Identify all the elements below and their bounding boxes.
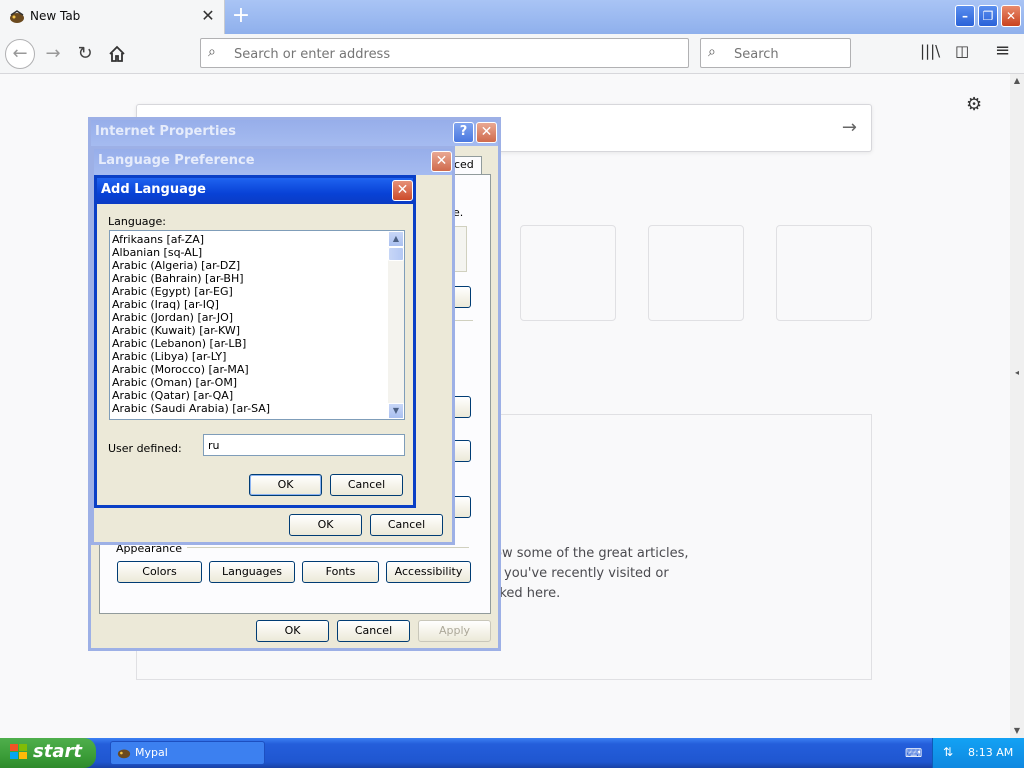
ok-button[interactable]: OK — [249, 474, 322, 496]
dialog-title: Add Language — [97, 178, 413, 204]
mypal-logo-icon — [117, 749, 131, 759]
scroll-thumb[interactable] — [388, 247, 404, 261]
start-label: start — [33, 741, 82, 762]
search-input[interactable] — [732, 44, 846, 64]
gear-icon[interactable]: ⚙ — [966, 94, 982, 115]
search-icon: ⌕ — [208, 44, 216, 60]
list-item[interactable]: Afrikaans [af-ZA] — [112, 233, 204, 246]
search-bar[interactable]: ⌕ — [700, 38, 851, 68]
apply-button[interactable]: Apply — [418, 620, 491, 642]
maximize-button[interactable]: ❐ — [978, 5, 998, 27]
cancel-button[interactable]: Cancel — [337, 620, 410, 642]
taskbar-item-label: Mypal — [135, 746, 168, 759]
accessibility-button[interactable]: Accessibility — [386, 561, 471, 583]
add-language-dialog: Add Language ✕ Language: Afrikaans [af-Z… — [94, 175, 416, 508]
list-item[interactable]: Arabic (Iraq) [ar-IQ] — [112, 298, 219, 311]
network-icon[interactable]: ⇅ — [943, 745, 953, 759]
tab-title: New Tab — [30, 9, 81, 23]
hamburger-menu-icon[interactable]: ≡ — [995, 40, 1010, 61]
language-listbox[interactable]: Afrikaans [af-ZA] Albanian [sq-AL] Arabi… — [109, 230, 405, 420]
dialog-title: Internet Properties — [91, 120, 498, 146]
user-defined-input[interactable] — [203, 434, 405, 456]
list-item[interactable]: Arabic (Oman) [ar-OM] — [112, 376, 237, 389]
reload-button[interactable]: ↻ — [70, 39, 100, 69]
list-item[interactable]: Arabic (Algeria) [ar-DZ] — [112, 259, 240, 272]
back-button[interactable]: ← — [5, 39, 35, 69]
tab-close-icon[interactable]: ✕ — [200, 6, 216, 26]
list-item[interactable]: Arabic (Egypt) [ar-EG] — [112, 285, 233, 298]
colors-button[interactable]: Colors — [117, 561, 202, 583]
taskbar-item-mypal[interactable]: Mypal — [110, 741, 265, 765]
minimize-button[interactable]: – — [955, 5, 975, 27]
window-close-button[interactable]: ✕ — [1001, 5, 1021, 27]
highlights-text-line: you've recently visited or — [504, 566, 669, 581]
arrow-right-icon[interactable]: → — [842, 117, 857, 138]
list-item[interactable]: Arabic (Morocco) [ar-MA] — [112, 363, 249, 376]
list-item[interactable]: Arabic (Lebanon) [ar-LB] — [112, 337, 246, 350]
scroll-up-icon[interactable]: ▲ — [388, 231, 404, 247]
highlights-text-line: rked here. — [494, 586, 561, 601]
scroll-down-icon[interactable]: ▼ — [1010, 724, 1024, 738]
tab-new-tab[interactable]: New Tab ✕ — [0, 0, 225, 34]
scroll-mid-icon: ◂ — [1014, 368, 1019, 377]
ok-button[interactable]: OK — [289, 514, 362, 536]
help-button[interactable]: ? — [453, 122, 474, 143]
page-scrollbar[interactable] — [1010, 74, 1024, 738]
arrow-right-icon: → — [45, 43, 61, 64]
library-icon[interactable]: |||\ — [920, 42, 940, 60]
list-item[interactable]: Albanian [sq-AL] — [112, 246, 202, 259]
home-icon — [109, 45, 125, 62]
list-item[interactable]: Arabic (Libya) [ar-LY] — [112, 350, 226, 363]
cancel-button[interactable]: Cancel — [370, 514, 443, 536]
close-button[interactable]: ✕ — [392, 180, 413, 201]
listbox-scrollbar[interactable]: ▲ ▼ — [388, 231, 404, 419]
top-site-tile[interactable] — [648, 225, 744, 321]
url-bar[interactable]: ⌕ — [200, 38, 689, 68]
close-button[interactable]: ✕ — [431, 151, 452, 172]
mypal-logo-icon — [10, 10, 24, 23]
top-site-tile[interactable] — [776, 225, 872, 321]
new-tab-button[interactable]: + — [230, 4, 252, 28]
ok-button[interactable]: OK — [256, 620, 329, 642]
fonts-button[interactable]: Fonts — [302, 561, 379, 583]
clock[interactable]: 8:13 AM — [968, 746, 1013, 759]
list-item[interactable]: Arabic (Qatar) [ar-QA] — [112, 389, 233, 402]
search-icon: ⌕ — [708, 44, 716, 60]
cancel-button[interactable]: Cancel — [330, 474, 403, 496]
home-button[interactable] — [102, 39, 132, 69]
close-button[interactable]: ✕ — [476, 122, 497, 143]
list-item[interactable]: Arabic (Bahrain) [ar-BH] — [112, 272, 244, 285]
top-site-tile[interactable] — [520, 225, 616, 321]
user-defined-label: User defined: — [108, 442, 182, 455]
scroll-up-icon[interactable]: ▲ — [1010, 74, 1024, 88]
divider — [187, 547, 469, 548]
scroll-down-icon[interactable]: ▼ — [388, 403, 404, 419]
keyboard-icon[interactable]: ⌨ — [905, 746, 922, 760]
highlights-text-line: ow some of the great articles, — [494, 546, 689, 561]
language-label: Language: — [108, 215, 166, 228]
languages-button[interactable]: Languages — [209, 561, 295, 583]
url-input[interactable] — [232, 44, 676, 64]
list-item[interactable]: Arabic (Saudi Arabia) [ar-SA] — [112, 402, 270, 415]
start-button[interactable]: start — [0, 738, 96, 768]
sidebar-icon[interactable]: ◫ — [955, 42, 969, 60]
arrow-left-icon: ← — [12, 43, 28, 64]
dialog-title: Language Preference — [94, 149, 452, 175]
navigation-toolbar: ← → ↻ ⌕ ⌕ |||\ ◫ ≡ — [0, 34, 1024, 74]
windows-flag-icon — [10, 744, 28, 764]
list-item[interactable]: Arabic (Jordan) [ar-JO] — [112, 311, 233, 324]
list-item[interactable]: Arabic (Kuwait) [ar-KW] — [112, 324, 240, 337]
reload-icon: ↻ — [77, 43, 93, 64]
forward-button[interactable]: → — [38, 39, 68, 69]
